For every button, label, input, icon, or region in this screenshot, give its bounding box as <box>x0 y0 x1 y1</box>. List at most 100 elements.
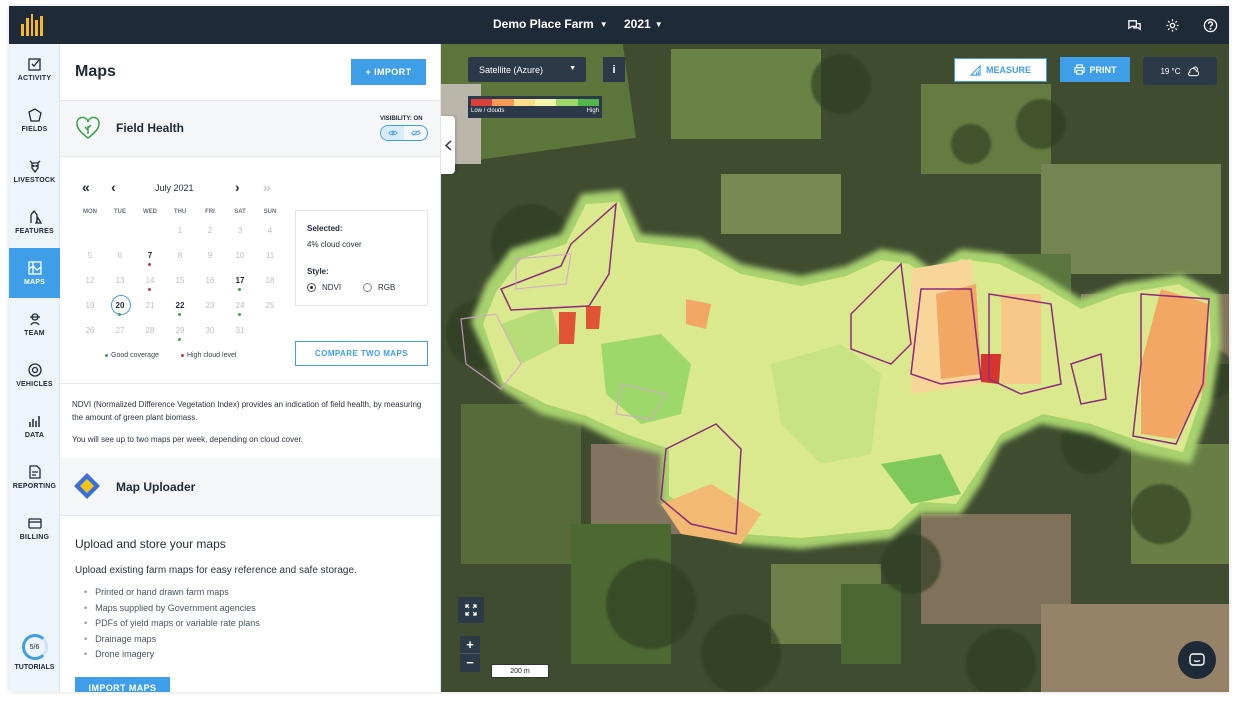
calendar-day[interactable]: 19 <box>75 296 105 321</box>
calendar-day[interactable]: 8 <box>165 246 195 271</box>
calendar-day[interactable]: 2 <box>195 221 225 246</box>
year-selector[interactable]: 2021 ▼ <box>624 17 663 31</box>
map-layer-label: Satellite (Azure) <box>479 64 544 75</box>
tutorials-button[interactable]: 5/6 TUTORIALS <box>9 634 60 671</box>
rgb-label: RGB <box>378 283 396 292</box>
team-icon <box>29 313 40 326</box>
measure-label: MEASURE <box>985 65 1031 75</box>
legend-good-label: Good coverage <box>111 352 159 359</box>
nav-livestock[interactable]: LIVESTOCK <box>9 146 60 196</box>
prev-year-button[interactable]: « <box>82 179 90 195</box>
weather-widget[interactable]: 19 °C <box>1143 57 1217 85</box>
calendar-day[interactable]: 4 <box>255 221 285 246</box>
nav-label: TEAM <box>24 330 45 337</box>
map-layer-select[interactable]: Satellite (Azure) ▼ <box>468 57 586 82</box>
calendar-day-cloudy[interactable]: 14 <box>135 271 165 296</box>
nav-label: ACTIVITY <box>17 75 52 82</box>
info-button[interactable]: i <box>603 57 625 82</box>
calendar-day[interactable]: 9 <box>195 246 225 271</box>
calendar-day-good[interactable]: 22 <box>165 296 195 321</box>
calendar-day[interactable]: 13 <box>105 271 135 296</box>
style-rgb-radio[interactable]: RGB <box>363 283 395 292</box>
nav-maps[interactable]: MAPS <box>9 248 60 298</box>
calendar-day[interactable]: 18 <box>255 271 285 296</box>
selected-title: Selected: <box>307 224 343 233</box>
map-uploader-heading: Upload and store your maps <box>75 537 226 551</box>
calendar-day[interactable]: 3 <box>225 221 255 246</box>
app-logo-icon[interactable] <box>21 14 43 36</box>
printer-icon <box>1073 64 1085 75</box>
compare-two-maps-button[interactable]: COMPARE TWO MAPS <box>295 341 428 366</box>
calendar-day[interactable]: 31 <box>225 321 255 346</box>
scale-low-label: Low / clouds <box>471 108 505 114</box>
map-view[interactable]: Satellite (Azure) ▼ i Low / clouds High … <box>441 44 1229 692</box>
calendar-day[interactable]: 25 <box>255 296 285 321</box>
zoom-in-button[interactable]: + <box>460 636 480 653</box>
calendar-day-good[interactable]: 17 <box>225 271 255 296</box>
map-uploader-icon <box>74 473 100 499</box>
cloud-cover-value: 4% cloud cover <box>307 240 362 249</box>
prev-month-button[interactable]: ‹ <box>111 179 116 195</box>
nav-team[interactable]: TEAM <box>9 299 60 349</box>
nav-activity[interactable]: ACTIVITY <box>9 44 60 94</box>
calendar-day[interactable]: 16 <box>195 271 225 296</box>
calendar-day[interactable]: 26 <box>75 321 105 346</box>
calendar-day[interactable]: 5 <box>75 246 105 271</box>
eye-icon[interactable] <box>381 126 404 140</box>
nav-vehicles[interactable]: VEHICLES <box>9 350 60 400</box>
nav-features[interactable]: FEATURES <box>9 197 60 247</box>
farm-selector[interactable]: Demo Place Farm ▼ <box>493 17 608 31</box>
weekday-label: TUE <box>114 209 126 215</box>
chat-icon[interactable] <box>1125 16 1143 34</box>
eye-off-icon[interactable] <box>404 126 427 140</box>
selected-info-box: Selected: 4% cloud cover Style: NDVI RGB <box>295 210 428 306</box>
good-dot <box>118 313 121 316</box>
calendar-day-number: 7 <box>147 251 153 260</box>
tutorials-progress: 5/6 <box>21 634 48 660</box>
data-icon <box>28 416 40 427</box>
calendar-day[interactable]: 28 <box>135 321 165 346</box>
next-month-button[interactable]: › <box>235 179 240 195</box>
good-dot <box>178 338 181 341</box>
temperature: 19 °C <box>1160 66 1181 76</box>
collapse-panel-button[interactable] <box>441 116 455 174</box>
print-button[interactable]: PRINT <box>1060 57 1130 82</box>
nav-data[interactable]: DATA <box>9 401 60 451</box>
good-dot <box>238 313 241 316</box>
calendar-day[interactable]: 15 <box>165 271 195 296</box>
nav-billing[interactable]: BILLING <box>9 503 60 553</box>
calendar-day-good[interactable]: 24 <box>225 296 255 321</box>
calendar-day[interactable]: 10 <box>225 246 255 271</box>
calendar-month: July 2021 <box>155 183 194 193</box>
calendar-day[interactable]: 21 <box>135 296 165 321</box>
help-icon[interactable] <box>1201 16 1219 34</box>
next-year-button[interactable]: » <box>263 179 271 195</box>
chat-bubble-icon <box>1189 652 1205 666</box>
calendar-day[interactable]: 1 <box>165 221 195 246</box>
zoom-out-button[interactable]: − <box>460 653 480 670</box>
features-icon <box>29 209 42 224</box>
calendar-day[interactable]: 30 <box>195 321 225 346</box>
measure-button[interactable]: MEASURE <box>954 58 1047 82</box>
calendar-day-cloudy[interactable]: 7 <box>135 246 165 271</box>
list-item: PDFs of yield maps or variable rate plan… <box>84 616 260 632</box>
nav-fields[interactable]: FIELDS <box>9 95 60 145</box>
import-button[interactable]: + IMPORT <box>351 59 426 85</box>
calendar-day[interactable]: 23 <box>195 296 225 321</box>
style-ndvi-radio[interactable]: NDVI <box>307 283 341 292</box>
gear-icon[interactable] <box>1163 16 1181 34</box>
visibility-toggle[interactable] <box>380 125 428 141</box>
calendar-day-number: 24 <box>235 301 245 310</box>
support-chat-button[interactable] <box>1178 641 1216 679</box>
fullscreen-button[interactable] <box>458 597 484 623</box>
calendar-day-selected[interactable]: 20 <box>105 295 135 321</box>
calendar-day[interactable]: 12 <box>75 271 105 296</box>
calendar-day-good[interactable]: 29 <box>165 321 195 346</box>
calendar-day[interactable]: 11 <box>255 246 285 271</box>
import-maps-button[interactable]: IMPORT MAPS <box>75 677 170 692</box>
calendar-day-number: 29 <box>175 326 185 335</box>
fields-icon <box>27 108 42 122</box>
calendar-day[interactable]: 27 <box>105 321 135 346</box>
calendar-day[interactable]: 6 <box>105 246 135 271</box>
nav-reporting[interactable]: REPORTING <box>9 452 60 502</box>
